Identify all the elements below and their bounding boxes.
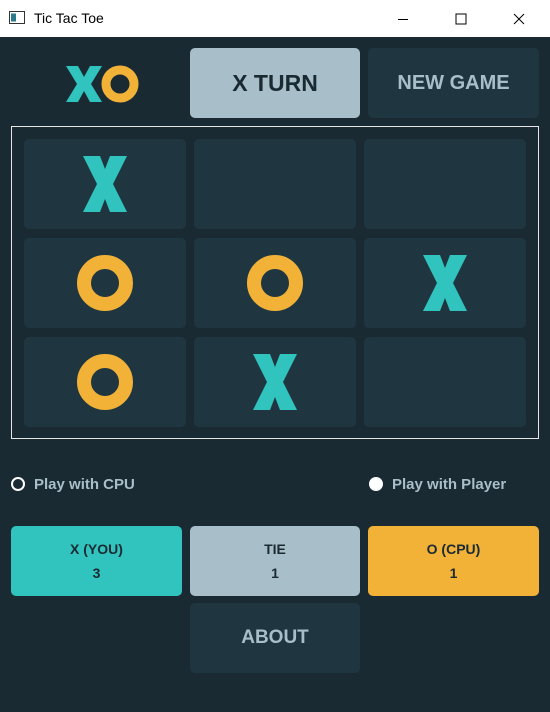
play-with-player-label: Play with Player <box>392 475 507 493</box>
board-cell[interactable] <box>364 337 526 427</box>
score-o-card: O (CPU) 1 <box>368 526 539 596</box>
board-cell[interactable] <box>364 139 526 229</box>
game-board <box>11 126 539 439</box>
o-mark-icon <box>77 354 133 410</box>
score-tie-card: TIE 1 <box>190 526 360 596</box>
close-button[interactable] <box>496 0 542 37</box>
radio-player[interactable] <box>369 477 383 491</box>
logo-o-mark <box>101 65 139 103</box>
play-with-cpu-option[interactable]: Play with CPU <box>11 474 135 494</box>
turn-indicator: X TURN <box>190 48 360 118</box>
new-game-button[interactable]: NEW GAME <box>368 48 539 118</box>
maximize-icon <box>455 13 467 24</box>
board-cell[interactable] <box>364 238 526 328</box>
o-mark-icon <box>247 255 303 311</box>
play-with-player-option[interactable]: Play with Player <box>369 474 506 494</box>
board-cell[interactable] <box>24 139 186 229</box>
score-o-value: 1 <box>449 565 458 581</box>
logo-x-mark <box>66 66 102 102</box>
board-cell[interactable] <box>24 337 186 427</box>
board-cell[interactable] <box>24 238 186 328</box>
score-x-value: 3 <box>92 565 101 581</box>
xo-logo <box>66 65 139 103</box>
score-x-card: X (YOU) 3 <box>11 526 182 596</box>
app-icon <box>9 11 25 24</box>
score-tie-value: 1 <box>271 565 279 581</box>
board-cell[interactable] <box>194 238 356 328</box>
score-tie-label: TIE <box>264 541 286 557</box>
window-title: Tic Tac Toe <box>34 10 104 26</box>
x-mark-icon <box>83 156 127 212</box>
radio-cpu[interactable] <box>11 477 25 491</box>
maximize-button[interactable] <box>438 0 484 37</box>
window-titlebar: Tic Tac Toe <box>0 0 550 37</box>
x-mark-icon <box>423 255 467 311</box>
o-mark-icon <box>77 255 133 311</box>
x-mark-icon <box>253 354 297 410</box>
score-o-label: O (CPU) <box>426 541 481 557</box>
board-cell[interactable] <box>194 139 356 229</box>
minimize-icon <box>398 18 408 20</box>
score-x-label: X (YOU) <box>70 541 123 557</box>
about-button[interactable]: ABOUT <box>190 603 360 673</box>
close-icon <box>513 13 525 24</box>
play-with-cpu-label: Play with CPU <box>34 475 135 493</box>
minimize-button[interactable] <box>380 0 426 37</box>
board-cell[interactable] <box>194 337 356 427</box>
